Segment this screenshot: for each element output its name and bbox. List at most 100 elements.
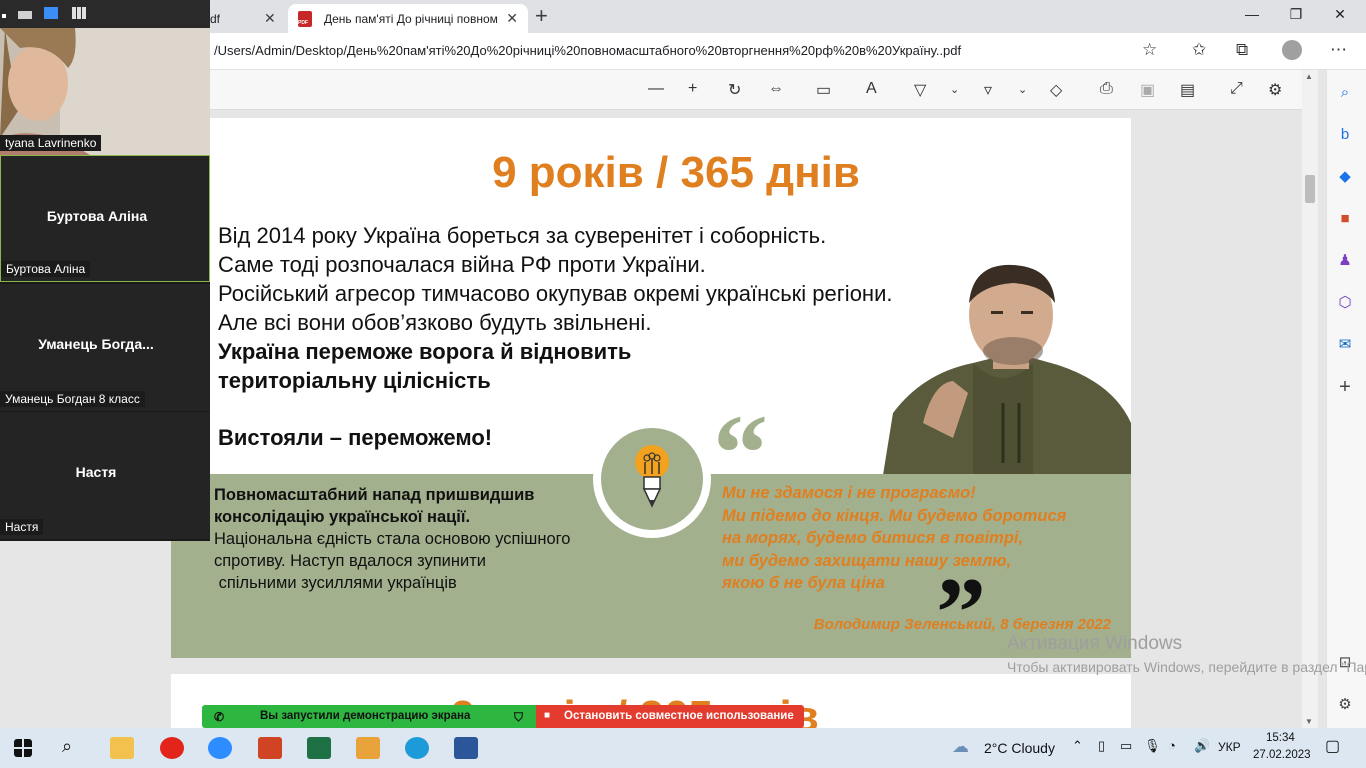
wifi-icon[interactable]: ◔ [1168, 738, 1176, 753]
search-icon[interactable]: ⌕ [62, 736, 72, 757]
new-tab-button[interactable]: + [535, 3, 548, 29]
games-icon[interactable]: ♟ [1335, 251, 1355, 271]
chevron-down-icon[interactable]: ⌄ [1018, 83, 1027, 96]
bing-icon[interactable]: b [1335, 125, 1355, 145]
dot-icon [2, 14, 6, 18]
close-icon[interactable]: ✕ [264, 10, 276, 27]
battery-icon[interactable]: ▭ [1120, 738, 1132, 754]
volume-icon[interactable]: 🔊 [1194, 738, 1210, 754]
pdf-page-1: 9 років / 365 днів Від 2014 року Україна… [171, 118, 1131, 658]
notifications-icon[interactable]: ▢ [1325, 736, 1340, 756]
bold-line: територіальну цілісність [218, 368, 491, 393]
minimize-button[interactable]: — [1232, 6, 1272, 22]
powerpoint-icon[interactable] [258, 737, 282, 759]
opera-icon[interactable] [160, 737, 184, 759]
add-favorite-icon[interactable]: ☆ [1142, 40, 1157, 60]
language-indicator[interactable]: УКР [1218, 740, 1241, 754]
search-icon[interactable]: ⌕ [1335, 83, 1355, 103]
settings-gear-icon[interactable]: ⚙ [1268, 80, 1282, 100]
president-photo [883, 264, 1131, 475]
zoom-icon[interactable] [208, 737, 232, 759]
participant-tile[interactable]: Уманець Богда... Уманець Богдан 8 класс [0, 284, 210, 411]
participant-name: tyana Lavrinenko [0, 135, 102, 151]
windows-start-icon[interactable] [14, 739, 32, 757]
tab-pdf-1[interactable]: df ✕ [206, 4, 286, 33]
tools-icon[interactable]: ■ [1335, 209, 1355, 229]
lightbulb-badge-inner [601, 428, 703, 530]
participant-display-name: Уманець Богда... [38, 336, 154, 352]
word-icon[interactable] [454, 737, 478, 759]
favorites-icon[interactable]: ✩ [1192, 40, 1206, 60]
consolidation-text: Національна єдність стала основою успішн… [214, 528, 570, 594]
scroll-down-arrow[interactable]: ▼ [1305, 717, 1313, 726]
collections-icon[interactable]: ⧉ [1236, 40, 1248, 60]
restore-button[interactable]: ❐ [1276, 6, 1316, 23]
pdf-icon [298, 10, 312, 27]
slogan-line: Вистояли – переможемо! [218, 425, 493, 450]
clock-time[interactable]: 15:34 [1266, 732, 1295, 744]
save-as-icon[interactable]: ▤ [1180, 80, 1195, 100]
profile-avatar[interactable] [1282, 40, 1302, 60]
outlook-icon[interactable]: ✉ [1335, 335, 1355, 355]
microphone-icon[interactable]: 🎙 [1144, 738, 1161, 754]
quote-line: якою б не була ціна [722, 574, 885, 592]
bold-line: Україна переможе ворога й відновить [218, 339, 632, 364]
body-line: Але всі вони обов’язково будуть звільнен… [218, 310, 652, 335]
rotate-icon[interactable]: ↻ [728, 80, 741, 100]
consolidation-heading: Повномасштабний напад пришвидшив консолі… [214, 484, 534, 528]
minimize-icon[interactable] [18, 11, 32, 19]
zoom-out-icon[interactable]: — [648, 80, 664, 98]
read-aloud-icon[interactable]: A [866, 80, 877, 98]
clock-date[interactable]: 27.02.2023 [1253, 749, 1311, 761]
speaker-view-icon[interactable] [44, 7, 58, 19]
participant-video-tile[interactable]: tyana Lavrinenko [0, 28, 210, 155]
excel-icon[interactable] [307, 737, 331, 759]
print-icon[interactable]: ⎙ [1100, 80, 1113, 98]
participant-tile[interactable]: Настя Настя [0, 412, 210, 539]
add-icon[interactable]: + [1335, 377, 1355, 397]
media-player-icon[interactable] [356, 737, 380, 759]
chevron-down-icon[interactable]: ⌄ [950, 83, 959, 96]
more-menu-icon[interactable]: ⋯ [1330, 40, 1347, 60]
participant-name: Настя [0, 519, 44, 535]
close-icon[interactable]: ✕ [506, 10, 518, 27]
edge-icon[interactable] [405, 737, 429, 759]
tab-label: df [210, 11, 221, 26]
tab-pdf-active[interactable]: День пам'яті До річниці повном ✕ [288, 4, 528, 33]
page-view-icon[interactable]: ▭ [816, 80, 831, 100]
participant-display-name: Настя [75, 464, 117, 480]
eraser-icon[interactable]: ◇ [1050, 80, 1062, 100]
participant-tile[interactable]: Буртова Аліна Буртова Аліна [0, 155, 210, 282]
scroll-thumb[interactable] [1305, 175, 1315, 203]
file-explorer-icon[interactable] [110, 737, 134, 759]
shopping-tag-icon[interactable]: ◆ [1335, 167, 1355, 187]
gallery-view-icon[interactable] [72, 7, 86, 19]
zoom-panel-header [0, 0, 210, 28]
office-icon[interactable]: ⬡ [1335, 293, 1355, 313]
settings-gear-icon[interactable]: ⚙ [1335, 695, 1355, 715]
highlight-icon[interactable]: ▿ [984, 80, 992, 100]
quote-line: Ми не здамося і не програємо! [722, 484, 976, 502]
fit-width-icon[interactable]: ⇔ [768, 80, 784, 98]
chevron-up-icon[interactable]: ⌃ [1072, 738, 1083, 754]
watermark-title: Активация Windows [1007, 633, 1183, 654]
draw-icon[interactable]: ▽ [914, 80, 926, 100]
zoom-in-icon[interactable]: + [688, 80, 697, 98]
screen-share-status[interactable]: ✆ Вы запустили демонстрацию экрана ⛉ [202, 705, 536, 728]
scroll-up-arrow[interactable]: ▲ [1305, 72, 1313, 81]
text-line: спільними зусиллями українців [214, 574, 457, 592]
stop-share-button[interactable]: ■ Остановить совместное использование [536, 705, 804, 728]
vertical-scrollbar[interactable]: ▲ ▼ [1302, 70, 1318, 728]
text-line: консолідацію української нації. [214, 508, 471, 526]
text-line: спротиву. Наступ вдалося зупинити [214, 552, 487, 570]
url-field[interactable]: /Users/Admin/Desktop/День%20пам'яті%20До… [214, 43, 961, 58]
cloud-icon: ☁ [952, 737, 969, 756]
share-status-text: Вы запустили демонстрацию экрана [260, 710, 471, 722]
save-icon[interactable]: ▣ [1140, 80, 1155, 100]
usb-icon[interactable]: ▯ [1098, 738, 1105, 754]
zoom-participants-panel: tyana Lavrinenko Буртова Аліна Буртова А… [0, 0, 210, 541]
close-window-button[interactable]: ✕ [1320, 6, 1360, 23]
weather-text[interactable]: 2°C Cloudy [984, 740, 1055, 756]
fullscreen-icon[interactable]: ⤢ [1230, 80, 1243, 98]
quote-line: Ми підемо до кінця. Ми будемо боротися [722, 506, 1067, 525]
